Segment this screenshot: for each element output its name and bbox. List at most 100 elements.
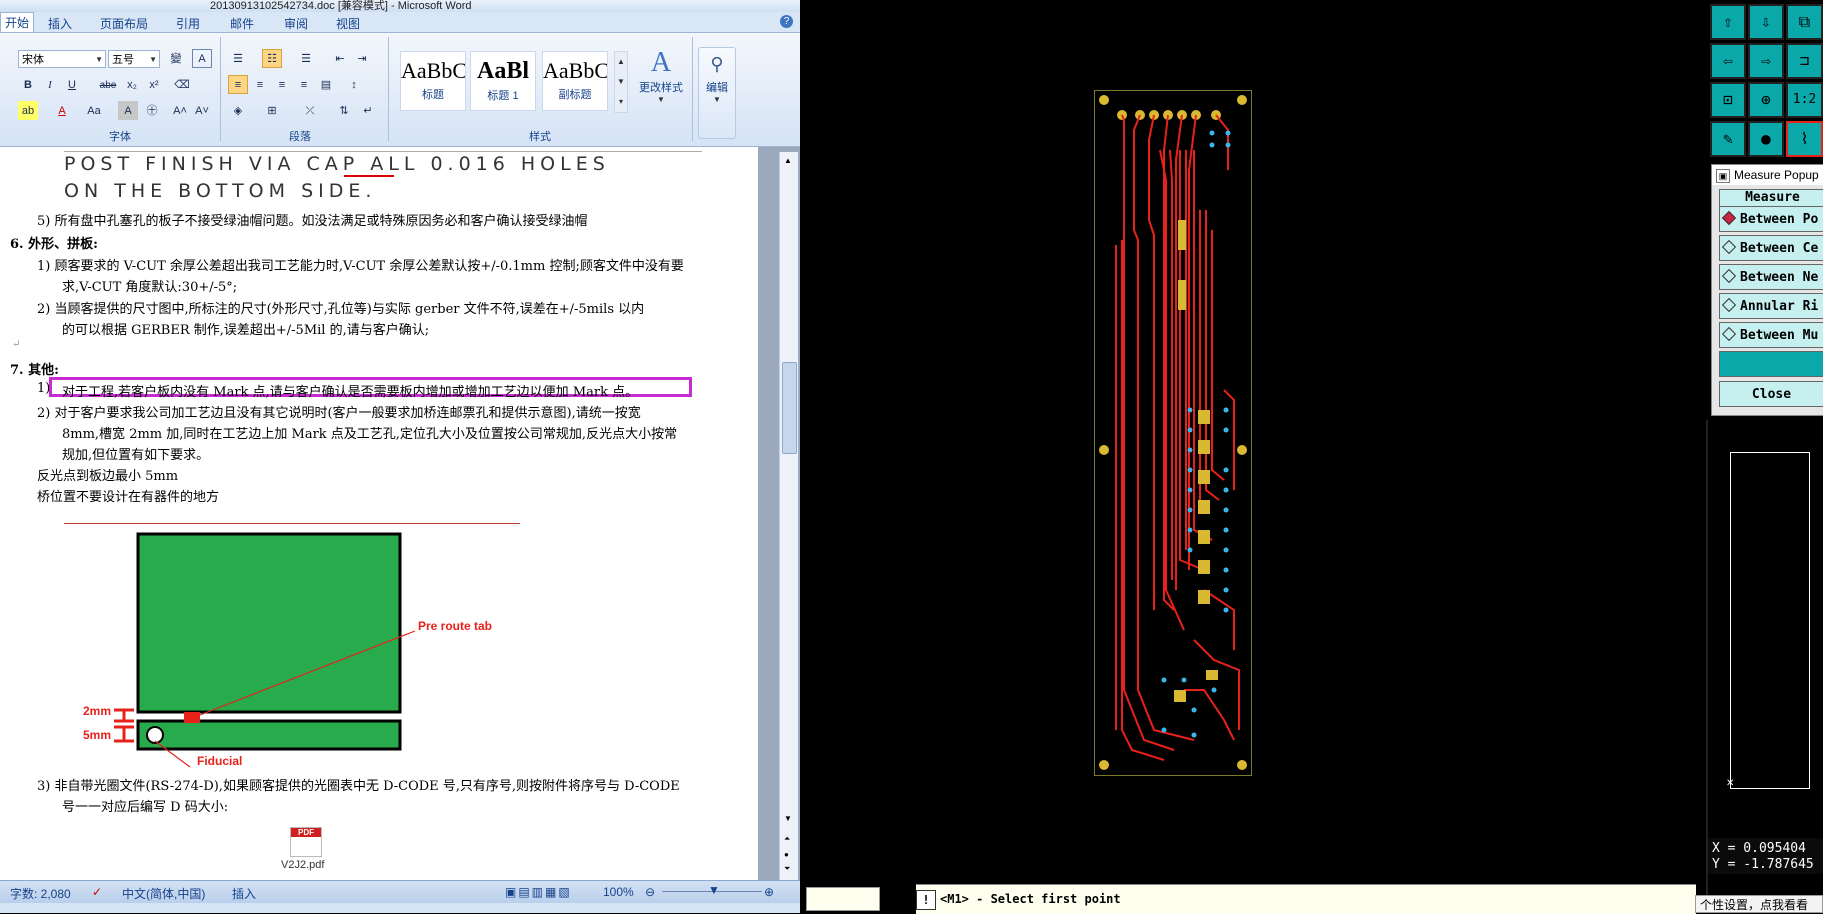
- bullets-icon[interactable]: ☰: [228, 49, 248, 68]
- close-button[interactable]: Close: [1719, 381, 1823, 407]
- font-color-icon[interactable]: A: [52, 101, 72, 120]
- underline-button[interactable]: U: [62, 75, 82, 94]
- next-page-icon[interactable]: ⏷: [784, 864, 790, 874]
- zoom-level[interactable]: 100%: [603, 885, 634, 899]
- language-status[interactable]: 中文(简体,中国): [122, 885, 205, 902]
- font-size-combo[interactable]: 五号 ▼: [108, 50, 160, 68]
- browse-object-icon[interactable]: ●: [784, 850, 789, 859]
- numbering-icon[interactable]: ☷: [262, 49, 282, 68]
- insert-mode[interactable]: 插入: [232, 885, 256, 902]
- font-size-value: 五号: [112, 54, 134, 66]
- tool-up-icon[interactable]: ⇧: [1710, 4, 1746, 40]
- tool-right-icon[interactable]: ⇨: [1748, 43, 1784, 79]
- styles-scroll[interactable]: ▲ ▼ ▾: [614, 51, 628, 113]
- tool-fit-icon[interactable]: ⊡: [1710, 82, 1746, 118]
- zoom-out-icon[interactable]: ⊖: [645, 885, 655, 899]
- shading-icon[interactable]: ◈: [228, 101, 248, 120]
- scroll-thumb[interactable]: [782, 362, 797, 454]
- increase-indent-icon[interactable]: ⇥: [352, 49, 372, 68]
- change-case-icon[interactable]: Aa: [84, 101, 104, 120]
- align-center-icon[interactable]: ≡: [250, 75, 270, 94]
- word-count[interactable]: 字数: 2,080: [10, 885, 71, 902]
- multilevel-list-icon[interactable]: ☰: [296, 49, 316, 68]
- pdf-attachment-icon[interactable]: PDF: [290, 827, 322, 857]
- char-shading-icon[interactable]: A: [118, 101, 138, 120]
- measure-popup-title: Measure Popup: [1734, 168, 1819, 182]
- tab-mailings[interactable]: 邮件: [230, 15, 254, 32]
- style-subtitle[interactable]: AaBbC 副标题: [542, 51, 608, 111]
- measure-annular-ring[interactable]: Annular Ri: [1719, 293, 1823, 319]
- help-icon[interactable]: ?: [780, 15, 793, 28]
- tool-down-icon[interactable]: ⇩: [1748, 4, 1784, 40]
- highlight-icon[interactable]: ab: [18, 101, 38, 120]
- grow-font-icon[interactable]: A˄: [170, 101, 190, 120]
- style-heading[interactable]: AaBbC 标题: [400, 51, 466, 111]
- tool-probe-icon[interactable]: ●: [1748, 121, 1784, 157]
- font-name-combo[interactable]: 宋体 ▼: [18, 50, 106, 68]
- phonetic-icon[interactable]: 變: [166, 49, 186, 68]
- chevron-down-icon: ▼: [149, 55, 157, 64]
- distributed-icon[interactable]: ▤: [316, 75, 336, 94]
- tab-home[interactable]: 开始: [0, 12, 35, 32]
- chinese-layout-icon[interactable]: ⤫: [300, 101, 320, 120]
- tab-references[interactable]: 引用: [176, 15, 200, 32]
- style-heading-1[interactable]: AaBl 标题 1: [470, 51, 536, 111]
- strikethrough-button[interactable]: abe: [98, 75, 118, 94]
- scroll-up-icon[interactable]: ▲: [784, 156, 792, 165]
- edit-button[interactable]: ⚲ 编辑 ▼: [698, 47, 736, 139]
- post-finish-line1: POST FINISH VIA CAP ALL 0.016 HOLES: [64, 153, 610, 175]
- vertical-scrollbar[interactable]: ▲ ▼ ⏶ ● ⏷: [779, 152, 798, 880]
- measure-popup-titlebar: ▣ Measure Popup: [1712, 165, 1823, 185]
- zoom-thumb-icon[interactable]: ▼: [708, 883, 720, 897]
- group-divider: [220, 37, 221, 141]
- justify-icon[interactable]: ≡: [294, 75, 314, 94]
- align-right-icon[interactable]: ≡: [272, 75, 292, 94]
- chevron-down-icon: ▼: [657, 95, 665, 104]
- tool-zoom-icon[interactable]: ⊕: [1748, 82, 1784, 118]
- italic-button[interactable]: I: [40, 75, 60, 94]
- tab-review[interactable]: 审阅: [284, 15, 308, 32]
- cam-window[interactable]: [800, 0, 1823, 913]
- superscript-button[interactable]: x²: [144, 75, 164, 94]
- tab-page-layout[interactable]: 页面布局: [100, 15, 148, 32]
- tool-measure-icon[interactable]: ✎: [1710, 121, 1746, 157]
- tool-scale-button[interactable]: 1:2: [1786, 82, 1823, 118]
- word-window: 20130913102542734.doc [兼容模式] - Microsoft…: [0, 0, 800, 913]
- rule-fiducial-distance: 反光点到板边最小 5mm: [37, 469, 179, 484]
- sort-icon[interactable]: ⇅: [334, 101, 354, 120]
- measure-between-nets[interactable]: Between Ne: [1719, 264, 1823, 290]
- borders-icon[interactable]: ⊞: [262, 101, 282, 120]
- tool-net-icon[interactable]: ⌇: [1786, 121, 1823, 157]
- measure-between-multi[interactable]: Between Mu: [1719, 322, 1823, 348]
- tool-left-icon[interactable]: ⇦: [1710, 43, 1746, 79]
- change-styles-button[interactable]: A 更改样式 ▼: [638, 47, 684, 104]
- zoom-in-icon[interactable]: ⊕: [764, 885, 774, 899]
- measure-between-centers[interactable]: Between Ce: [1719, 235, 1823, 261]
- pdf-attachment-name[interactable]: V2J2.pdf: [281, 859, 324, 871]
- bold-button[interactable]: B: [18, 75, 38, 94]
- decrease-indent-icon[interactable]: ⇤: [330, 49, 350, 68]
- align-left-icon[interactable]: ≡: [228, 75, 248, 94]
- measure-between-points[interactable]: Between Po: [1719, 206, 1823, 232]
- document-page[interactable]: POST FINISH VIA CAP ALL 0.016 HOLES ON T…: [0, 147, 758, 880]
- view-buttons-icon[interactable]: ▣▤▥▦▧: [505, 885, 572, 899]
- prev-page-icon[interactable]: ⏶: [784, 834, 790, 844]
- tool-snap-icon[interactable]: ⊐: [1786, 43, 1823, 79]
- subscript-button[interactable]: x₂: [122, 75, 142, 94]
- cam-input-box[interactable]: [806, 887, 880, 911]
- taskbar-tooltip[interactable]: 个性设置，点我看看: [1695, 895, 1823, 913]
- proofing-icon[interactable]: ✓: [92, 885, 102, 899]
- tool-window-icon[interactable]: ⧉: [1786, 4, 1823, 40]
- font-name-value: 宋体: [22, 54, 44, 66]
- tab-insert[interactable]: 插入: [48, 15, 72, 32]
- scroll-down-icon[interactable]: ▼: [784, 814, 792, 823]
- tab-view[interactable]: 视图: [336, 15, 360, 32]
- line-spacing-icon[interactable]: ↕: [344, 75, 364, 94]
- shrink-font-icon[interactable]: A˅: [192, 101, 212, 120]
- alert-icon[interactable]: !: [916, 890, 936, 910]
- pcb-board[interactable]: [1094, 90, 1252, 776]
- show-marks-icon[interactable]: ↵: [358, 101, 378, 120]
- char-border-icon[interactable]: A: [192, 49, 212, 68]
- clear-format-icon[interactable]: ⌫: [172, 75, 192, 94]
- enclose-char-icon[interactable]: ㊉: [142, 101, 162, 120]
